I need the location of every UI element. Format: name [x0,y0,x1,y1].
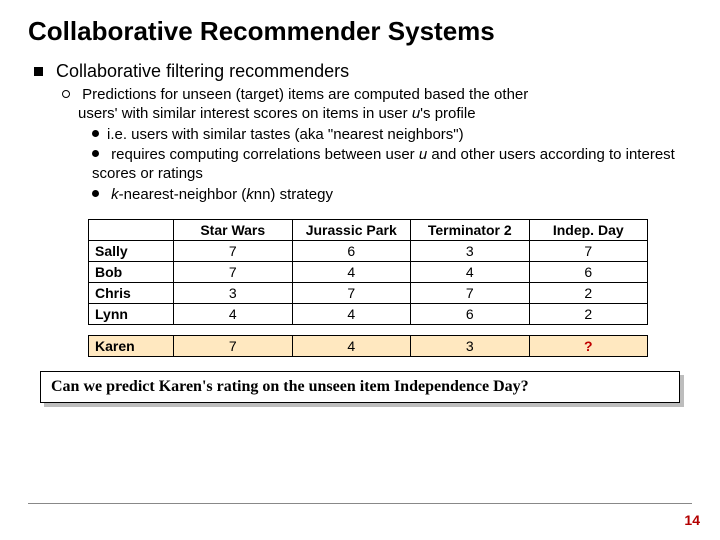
cell: 4 [411,261,530,282]
cell: 7 [174,335,293,356]
cell: 3 [174,282,293,303]
bullet-l3-knn: k-nearest-neighbor (knn) strategy [92,186,692,205]
unknown-cell: ? [529,335,648,356]
cell: 4 [292,303,411,324]
table-row: Sally 7 6 3 7 [89,240,648,261]
cell: 7 [529,240,648,261]
row-name: Lynn [89,303,174,324]
cell: 4 [174,303,293,324]
col-header: Star Wars [174,219,293,240]
query-ratings-table: Karen 7 4 3 ? [88,335,648,357]
table-row: Chris 3 7 7 2 [89,282,648,303]
bullet-list: Collaborative filtering recommenders Pre… [28,61,692,205]
caption-box: Can we predict Karen's rating on the uns… [40,371,680,403]
row-name: Karen [89,335,174,356]
cell: 4 [292,261,411,282]
cell: 6 [292,240,411,261]
bullet-l3-nn: i.e. users with similar tastes (aka "nea… [92,126,692,145]
cell: 7 [411,282,530,303]
bullet-l1: Collaborative filtering recommenders Pre… [34,61,692,205]
slide-content: Collaborative Recommender Systems Collab… [0,0,720,403]
cell: 4 [292,335,411,356]
slide-title: Collaborative Recommender Systems [28,16,692,47]
bullet-list-l2: Predictions for unseen (target) items ar… [34,86,692,205]
l2a-line2: users' with similar interest scores on i… [62,105,692,124]
col-header: Indep. Day [529,219,648,240]
ratings-tables: Star Wars Jurassic Park Terminator 2 Ind… [88,219,648,357]
table-row: Bob 7 4 4 6 [89,261,648,282]
bullet-list-l3: i.e. users with similar tastes (aka "nea… [62,126,692,205]
row-name: Sally [89,240,174,261]
cell: 3 [411,335,530,356]
cell: 3 [411,240,530,261]
known-ratings-table: Star Wars Jurassic Park Terminator 2 Ind… [88,219,648,325]
page-number: 14 [684,512,700,528]
row-name: Bob [89,261,174,282]
bullet-l1-text: Collaborative filtering recommenders [56,61,349,81]
bullet-l3-correlation: requires computing correlations between … [92,146,692,184]
cell: 2 [529,282,648,303]
footer-divider [28,503,692,504]
bullet-l2-prediction: Predictions for unseen (target) items ar… [62,86,692,205]
col-header: Terminator 2 [411,219,530,240]
row-name: Chris [89,282,174,303]
cell: 2 [529,303,648,324]
caption-container: Can we predict Karen's rating on the uns… [40,371,680,403]
cell: 7 [292,282,411,303]
cell: 7 [174,240,293,261]
cell: 7 [174,261,293,282]
col-header: Jurassic Park [292,219,411,240]
cell: 6 [411,303,530,324]
table-row: Karen 7 4 3 ? [89,335,648,356]
table-row: Lynn 4 4 6 2 [89,303,648,324]
header-blank [89,219,174,240]
cell: 6 [529,261,648,282]
table-header-row: Star Wars Jurassic Park Terminator 2 Ind… [89,219,648,240]
l2a-line1: Predictions for unseen (target) items ar… [82,86,528,103]
